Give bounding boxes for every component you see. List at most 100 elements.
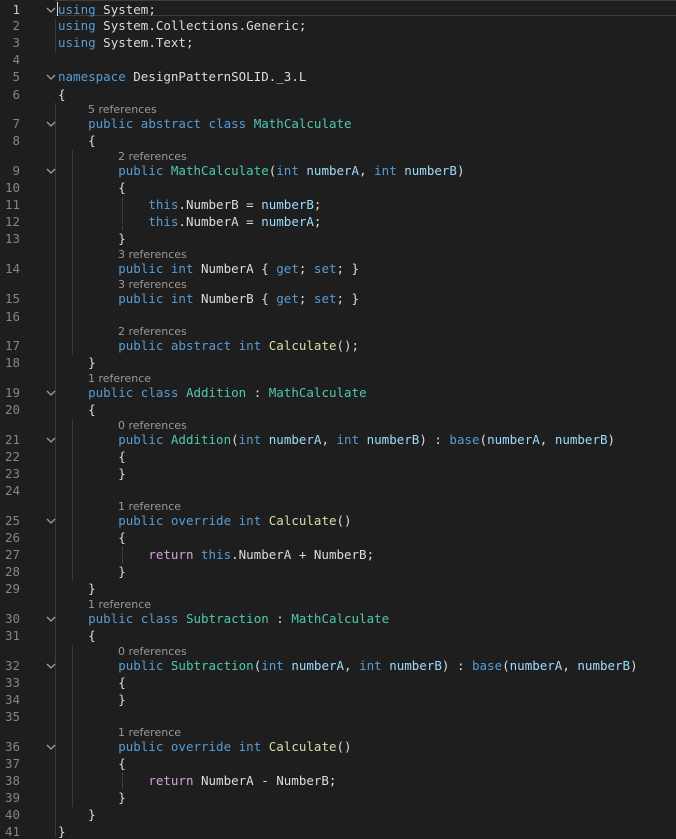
code-line[interactable]: return NumberA - NumberB;	[58, 773, 336, 788]
code-line[interactable]: public int NumberB { get; set; }	[58, 291, 359, 306]
code-line[interactable]: using System.Text;	[58, 35, 193, 50]
line-number: 18	[4, 355, 20, 370]
codelens-references[interactable]: 3 references	[118, 248, 187, 261]
code-line[interactable]: }	[58, 807, 96, 822]
code-token: public	[118, 163, 164, 178]
line-number: 1	[12, 2, 20, 17]
fold-chevron-icon[interactable]	[46, 742, 56, 752]
code-line[interactable]: }	[58, 466, 126, 481]
code-token: int	[261, 658, 284, 673]
code-line[interactable]: return this.NumberA + NumberB;	[58, 547, 374, 562]
code-line[interactable]: using System.Collections.Generic;	[58, 18, 306, 33]
line-number: 32	[4, 658, 20, 673]
code-token: .NumberB =	[178, 197, 262, 212]
code-token: numberB	[389, 658, 442, 673]
fold-chevron-icon[interactable]	[46, 72, 56, 82]
code-token: {	[58, 756, 126, 771]
code-line[interactable]: {	[58, 133, 96, 148]
code-line[interactable]: }	[58, 581, 96, 596]
code-line[interactable]: public Subtraction (int numberA, int numb…	[58, 658, 637, 673]
codelens-references[interactable]: 2 references	[118, 325, 187, 338]
codelens-references[interactable]: 0 references	[118, 645, 187, 658]
code-token: NumberA {	[193, 261, 277, 276]
line-number: 21	[4, 432, 20, 447]
code-editor[interactable]: 1 using System; 2 using System.Collections.…	[0, 0, 676, 839]
code-token: ; }	[336, 291, 360, 306]
line-number: 36	[4, 739, 20, 754]
line-number: 24	[4, 483, 20, 498]
codelens-references[interactable]: 1 reference	[118, 726, 181, 739]
line-number: 38	[4, 773, 20, 788]
code-line[interactable]: using System;	[58, 2, 156, 17]
code-line[interactable]: public abstract class MathCalculate	[58, 116, 351, 131]
fold-chevron-icon[interactable]	[46, 166, 56, 176]
code-token: public	[118, 513, 164, 528]
code-line[interactable]: {	[58, 87, 66, 102]
code-line[interactable]: {	[58, 180, 126, 195]
codelens-references[interactable]: 1 reference	[88, 372, 151, 385]
code-line[interactable]: public int NumberA { get; set; }	[58, 261, 359, 276]
line-number: 31	[4, 628, 20, 643]
code-token: }	[58, 466, 126, 481]
fold-chevron-icon[interactable]	[46, 614, 56, 624]
fold-chevron-icon[interactable]	[46, 5, 56, 15]
codelens-references[interactable]: 0 references	[118, 419, 187, 432]
code-token: }	[58, 807, 96, 822]
indent-guide	[55, 103, 56, 836]
code-line[interactable]: public abstract int Calculate();	[58, 338, 359, 353]
code-line[interactable]: {	[58, 756, 126, 771]
codelens-references[interactable]: 5 references	[88, 103, 157, 116]
code-token: int	[238, 513, 262, 528]
code-token: numberA	[509, 658, 563, 673]
fold-chevron-icon[interactable]	[46, 516, 56, 526]
code-line[interactable]: }	[58, 231, 126, 246]
line-number: 40	[4, 807, 20, 822]
code-line[interactable]: public override int Calculate()	[58, 513, 351, 528]
line-number: 34	[4, 692, 20, 707]
code-line[interactable]: {	[58, 675, 126, 690]
line-number: 17	[4, 338, 20, 353]
code-line[interactable]: namespace DesignPatternSOLID._3.L	[58, 69, 306, 84]
code-line[interactable]: public override int Calculate()	[58, 739, 351, 754]
codelens-references[interactable]: 1 reference	[118, 500, 181, 513]
code-line[interactable]: this.NumberB = numberB;	[58, 197, 321, 212]
code-line[interactable]: }	[58, 564, 126, 579]
code-token: ;	[298, 291, 314, 306]
code-line[interactable]: public Addition(int numberA, int numberB…	[58, 432, 615, 447]
fold-chevron-icon[interactable]	[46, 661, 56, 671]
code-line[interactable]: }	[58, 355, 96, 370]
code-line[interactable]: {	[58, 402, 96, 417]
code-line[interactable]: }	[58, 790, 126, 805]
code-line[interactable]: {	[58, 530, 126, 545]
code-line[interactable]: }	[58, 692, 126, 707]
code-line[interactable]: this.NumberA = numberA;	[58, 214, 321, 229]
code-token: public	[118, 291, 164, 306]
code-line[interactable]: {	[58, 449, 126, 464]
code-line[interactable]: }	[58, 824, 66, 839]
code-token: public	[88, 611, 134, 626]
code-token: ) :	[419, 432, 450, 447]
code-line[interactable]: public class Addition : MathCalculate	[58, 385, 367, 400]
code-line[interactable]: {	[58, 628, 96, 643]
line-number: 37	[4, 756, 20, 771]
fold-chevron-icon[interactable]	[46, 435, 56, 445]
code-token: .NumberA + NumberB;	[231, 547, 375, 562]
code-token: numberA	[487, 432, 540, 447]
codelens-references[interactable]: 1 reference	[88, 598, 151, 611]
code-line[interactable]: public class Subtraction : MathCalculate	[58, 611, 389, 626]
codelens-references[interactable]: 3 references	[118, 278, 187, 291]
code-token: int	[359, 658, 382, 673]
fold-chevron-icon[interactable]	[46, 119, 56, 129]
code-line[interactable]: public MathCalculate(int numberA, int nu…	[58, 163, 464, 178]
fold-chevron-icon[interactable]	[46, 388, 56, 398]
code-token: .NumberA =	[178, 214, 262, 229]
codelens-references[interactable]: 2 references	[118, 150, 187, 163]
